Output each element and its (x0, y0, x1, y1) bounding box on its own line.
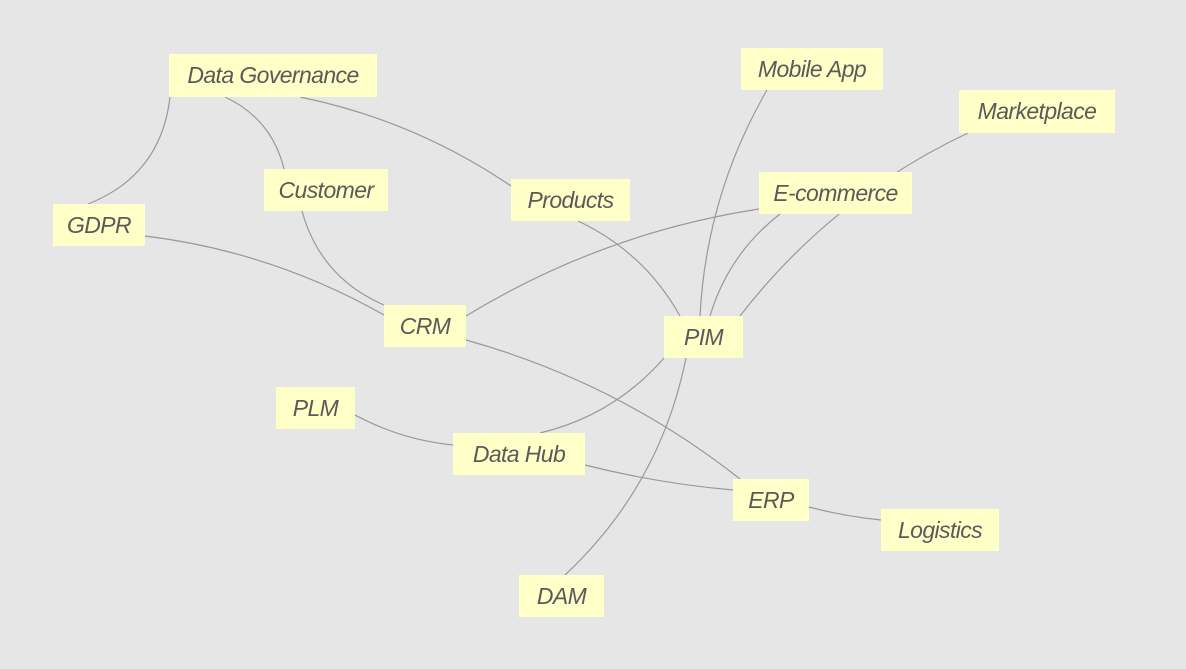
edge-pim-marketplace (739, 132, 969, 317)
edge-data-hub-erp (584, 464, 734, 491)
node-customer[interactable]: Customer (264, 169, 388, 211)
node-label: Mobile App (757, 55, 867, 82)
node-label: Products (527, 186, 615, 213)
node-data-governance[interactable]: Data Governance (169, 54, 377, 97)
node-label: PIM (683, 323, 724, 350)
node-erp[interactable]: ERP (733, 479, 809, 521)
node-gdpr[interactable]: GDPR (53, 204, 145, 246)
node-label: ERP (748, 486, 794, 513)
edge-products-pim (577, 220, 681, 317)
edge-data-governance-customer (224, 96, 285, 170)
node-label: GDPR (66, 211, 132, 238)
edge-pim-data-hub (539, 357, 665, 434)
node-label: Marketplace (977, 98, 1097, 124)
node-label: DAM (536, 582, 587, 609)
edge-pim-e-commerce (709, 213, 781, 317)
node-products[interactable]: Products (511, 179, 630, 221)
node-label: Data Governance (187, 62, 359, 88)
node-dam[interactable]: DAM (519, 575, 604, 617)
node-mobile-app[interactable]: Mobile App (741, 48, 883, 90)
node-label: PLM (292, 394, 339, 421)
edge-data-governance-gdpr (87, 96, 171, 205)
node-label: E-commerce (773, 179, 898, 206)
node-crm[interactable]: CRM (384, 305, 466, 347)
edge-plm-data-hub (354, 414, 454, 446)
edge-erp-logistics (808, 506, 882, 521)
node-label: Logistics (897, 516, 983, 543)
edge-pim-mobile-app (699, 89, 768, 317)
node-logistics[interactable]: Logistics (881, 509, 999, 551)
node-label: CRM (399, 312, 451, 339)
edge-customer-crm (301, 210, 385, 306)
node-marketplace[interactable]: Marketplace (959, 90, 1115, 133)
node-label: Customer (278, 176, 375, 203)
edge-gdpr-crm (144, 235, 385, 316)
node-label: Data Hub (472, 440, 566, 467)
node-data-hub[interactable]: Data Hub (453, 433, 585, 475)
node-plm[interactable]: PLM (276, 387, 355, 429)
node-pim[interactable]: PIM (664, 316, 743, 358)
node-e-commerce[interactable]: E-commerce (759, 172, 912, 214)
